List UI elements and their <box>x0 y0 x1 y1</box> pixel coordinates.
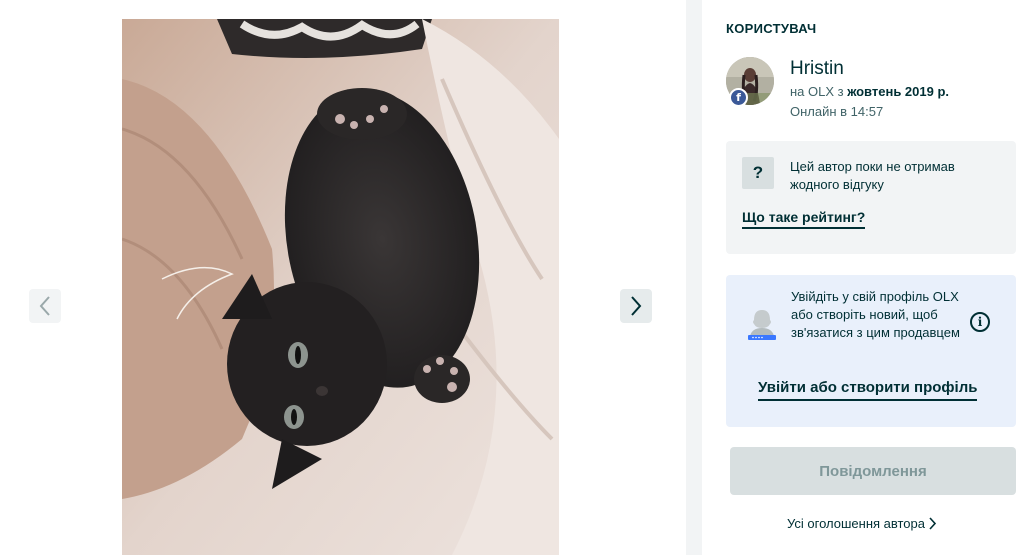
seller-sidebar: КОРИСТУВАЧ f Hristin на OLX з жовтень 20… <box>702 0 1036 555</box>
login-or-register-link[interactable]: Увійти або створити профіль <box>758 379 978 401</box>
login-message: Увійдіть у свій профіль OLX або створіть… <box>791 289 960 340</box>
member-since-date: жовтень 2019 р. <box>847 84 950 99</box>
listing-photo[interactable] <box>122 19 559 555</box>
kitten-photo <box>122 19 559 555</box>
rating-message: Цей автор поки не отримав жодного відгук… <box>790 159 955 192</box>
login-prompt-panel: Увійдіть у свій профіль OLX або створіть… <box>726 275 1016 427</box>
what-is-rating-link[interactable]: Що таке рейтинг? <box>742 209 866 229</box>
member-since-prefix: на OLX з <box>790 84 848 99</box>
user-profile-icon <box>748 310 776 340</box>
previous-photo-button[interactable] <box>29 289 61 323</box>
facebook-icon: f <box>729 88 748 107</box>
chevron-right-icon <box>929 517 937 530</box>
photo-gallery <box>0 0 686 555</box>
next-photo-button[interactable] <box>620 289 652 323</box>
rating-panel: ? Цей автор поки не отримав жодного відг… <box>726 141 1016 254</box>
chevron-left-icon <box>39 296 50 316</box>
info-icon[interactable]: i <box>970 312 990 332</box>
column-divider <box>686 0 702 555</box>
member-since: на OLX з жовтень 2019 р. <box>790 84 949 99</box>
online-status: Онлайн в 14:57 <box>790 104 884 119</box>
message-button[interactable]: Повідомлення <box>730 447 1016 495</box>
chevron-right-icon <box>631 296 642 316</box>
all-author-ads-link[interactable]: Усі оголошення автора <box>787 516 937 531</box>
all-author-ads-label: Усі оголошення автора <box>787 516 925 531</box>
section-title: КОРИСТУВАЧ <box>726 21 817 36</box>
question-icon: ? <box>742 157 774 189</box>
seller-name[interactable]: Hristin <box>790 58 844 80</box>
